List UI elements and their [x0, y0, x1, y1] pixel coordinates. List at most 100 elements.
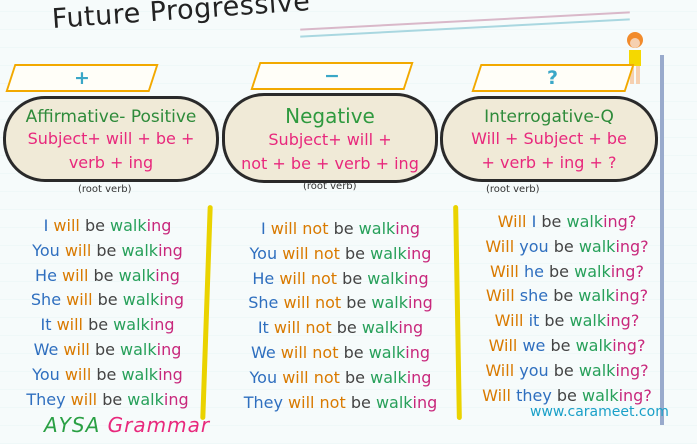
sentence-row: I will be walking: [10, 214, 205, 239]
affirmative-bubble: Affirmative- Positive Subject+ will + be…: [3, 96, 219, 182]
ing-suffix: ing: [146, 216, 172, 235]
pronoun: She: [248, 293, 279, 313]
pronoun: They: [26, 389, 66, 409]
sentence-row: He will not be walking: [228, 267, 453, 292]
ing-suffix: ing?: [612, 335, 646, 355]
will-word: Will: [490, 261, 519, 281]
pronoun: she: [519, 286, 549, 306]
verb-root: walk: [120, 339, 157, 359]
will-word: Will: [488, 335, 518, 355]
ing-suffix: ing: [395, 219, 421, 238]
pronoun: We: [250, 342, 276, 362]
ing-suffix: ing: [403, 268, 429, 288]
pronoun: It: [40, 315, 52, 335]
verb-root: walk: [122, 290, 160, 310]
sentence-row: I will not be walking: [228, 217, 453, 242]
verb-root: walk: [566, 212, 604, 231]
pronoun: He: [35, 265, 57, 285]
ing-suffix: ing?: [615, 236, 649, 256]
will-word: will not: [270, 219, 329, 238]
question-sign-box: ?: [471, 64, 635, 92]
be-word: be: [336, 318, 357, 338]
sentence-row: It will be walking: [10, 313, 205, 338]
be-word: be: [544, 311, 565, 331]
ing-suffix: ing?: [606, 311, 640, 331]
verb-root: walk: [121, 240, 159, 260]
be-word: be: [345, 367, 366, 387]
sentence-row: You will be walking: [10, 239, 205, 264]
verb-root: walk: [113, 315, 150, 335]
will-word: will not: [280, 342, 339, 362]
pronoun: they: [516, 385, 552, 405]
question-row: Will she be walking?: [472, 284, 662, 309]
interrogative-heading: Interrogative-Q: [484, 107, 614, 127]
pronoun: I: [531, 212, 537, 231]
question-row: Will you be walking?: [472, 359, 662, 384]
be-word: be: [553, 360, 574, 380]
verb-root: walk: [581, 385, 619, 405]
will-word: will not: [282, 243, 340, 263]
will-word: will: [70, 389, 98, 409]
question-row: Will it be walking?: [472, 309, 662, 334]
sentence-row: You will not be walking: [228, 242, 453, 267]
be-word: be: [343, 342, 364, 362]
be-word: be: [93, 265, 114, 285]
will-word: Will: [494, 311, 524, 331]
will-word: will not: [279, 268, 338, 288]
ing-suffix: ing: [149, 315, 175, 335]
pronoun: I: [260, 219, 266, 238]
will-word: will: [56, 315, 83, 335]
ing-suffix: ing: [163, 389, 189, 409]
question-row: Will I be walking?: [472, 210, 662, 235]
sentence-row: It will not be walking: [228, 316, 453, 341]
will-word: will not: [288, 392, 346, 412]
sentence-row: You will be walking: [10, 363, 205, 388]
verb-root: walk: [578, 236, 616, 256]
verb-root: walk: [578, 286, 615, 306]
affirmative-root-label: (root verb): [78, 184, 132, 195]
will-word: will: [64, 364, 92, 384]
will-word: will: [53, 216, 80, 235]
ing-suffix: ing?: [603, 212, 637, 231]
will-word: will: [62, 265, 89, 285]
be-word: be: [345, 243, 366, 263]
website-url: www.carameet.com: [530, 404, 669, 420]
affirmative-examples: I will be walking You will be walking He w…: [10, 214, 205, 412]
ing-suffix: ing: [406, 243, 432, 263]
sentence-row: She will be walking: [10, 288, 205, 313]
will-word: Will: [485, 236, 515, 256]
be-word: be: [556, 385, 577, 405]
pronoun: He: [252, 268, 275, 288]
will-word: will not: [283, 293, 342, 313]
pronoun: She: [30, 290, 62, 310]
be-word: be: [346, 293, 367, 313]
be-word: be: [550, 335, 571, 355]
sentence-row: We will be walking: [10, 338, 205, 363]
be-word: be: [97, 290, 118, 310]
affirmative-formula-line1: Subject+ will + be +: [27, 129, 195, 148]
be-word: be: [94, 339, 115, 359]
ing-suffix: ing: [408, 293, 433, 313]
pronoun: You: [249, 367, 278, 387]
will-word: Will: [497, 212, 527, 231]
be-word: be: [342, 268, 363, 288]
negative-sign-box: −: [250, 62, 414, 90]
pronoun: he: [523, 261, 544, 281]
brand-logo: AYSA Grammar: [44, 413, 211, 437]
interrogative-bubble: Interrogative-Q Will + Subject + be + ve…: [440, 96, 658, 182]
verb-root: walk: [575, 335, 613, 355]
will-word: Will: [485, 360, 515, 380]
will-word: will: [63, 339, 90, 359]
pronoun: They: [243, 392, 283, 412]
negative-bubble: Negative Subject+ will + not + be + verb…: [222, 93, 438, 183]
ing-suffix: ing?: [615, 360, 649, 380]
sentence-row: She will not be walking: [228, 291, 453, 316]
interrogative-root-label: (root verb): [486, 184, 540, 195]
sentence-row: We will not be walking: [228, 341, 453, 366]
pronoun: you: [519, 236, 549, 256]
will-word: will: [64, 240, 92, 260]
pronoun: You: [249, 243, 278, 263]
be-word: be: [88, 315, 109, 335]
ing-suffix: ing?: [610, 261, 644, 281]
verb-root: walk: [370, 367, 407, 387]
